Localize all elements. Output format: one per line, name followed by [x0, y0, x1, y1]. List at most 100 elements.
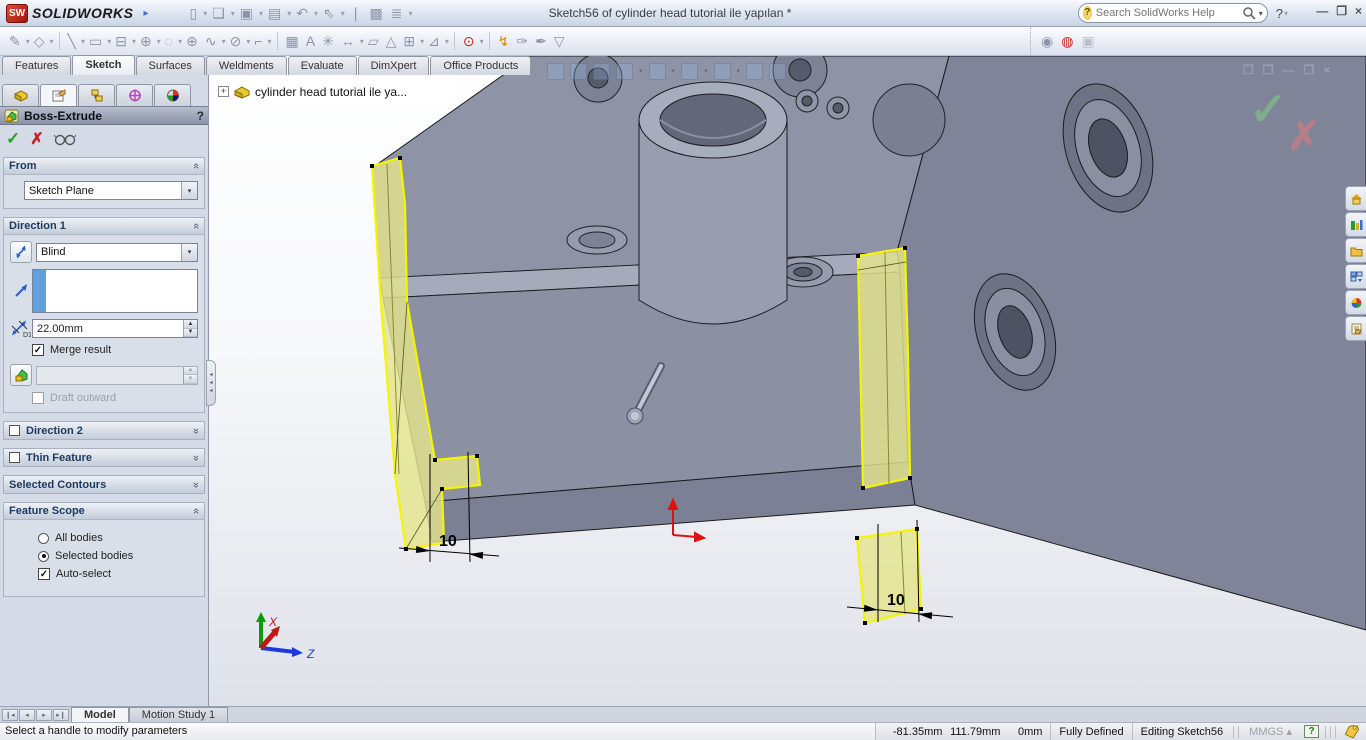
spin-down-icon[interactable]: ▼ — [184, 329, 197, 338]
last-study-button[interactable]: ▸❙ — [53, 709, 69, 721]
draft-button[interactable] — [10, 364, 32, 386]
tab-evaluate[interactable]: Evaluate — [288, 56, 357, 75]
expand-icon[interactable]: « — [190, 481, 202, 487]
merge-result-checkbox[interactable]: ✓ — [32, 344, 44, 356]
all-bodies-option[interactable]: All bodies — [38, 532, 198, 544]
sketch-icon[interactable]: ✎ — [6, 32, 24, 51]
previous-view-icon[interactable] — [593, 63, 610, 80]
caret-down-icon[interactable]: ▾ — [341, 9, 345, 18]
dropdown-arrow-icon[interactable]: ▾ — [181, 244, 197, 261]
child-minimize-button[interactable]: — — [1283, 63, 1295, 77]
view-orientation-icon[interactable] — [649, 63, 666, 80]
cancel-button[interactable]: ✗ — [30, 129, 43, 149]
circle-icon[interactable]: ⊕ — [137, 32, 155, 51]
pattern-icon[interactable]: ▦ — [283, 32, 302, 51]
caret-down-icon[interactable]: ▾ — [203, 9, 207, 18]
tab-features[interactable]: Features — [2, 56, 71, 75]
units-selector[interactable]: MMGS ▴ — [1241, 723, 1300, 740]
fillet-icon[interactable]: ⌐ — [251, 32, 265, 50]
options-icon[interactable]: ≣ — [388, 4, 406, 23]
restore-button[interactable]: ❐ — [1336, 4, 1347, 18]
expand-tree-icon[interactable]: + — [218, 86, 229, 97]
screen-capture-icon[interactable]: ◉ — [1041, 33, 1053, 50]
ellipse-icon[interactable]: ⊘ — [227, 32, 245, 51]
dimxpert-manager-tab[interactable] — [116, 84, 153, 106]
collapse-icon[interactable]: « — [190, 223, 202, 229]
group-from-header[interactable]: From « — [4, 158, 204, 175]
child-close-button[interactable]: × — [1323, 63, 1330, 77]
caret-down-icon[interactable]: ▾ — [132, 37, 136, 46]
arc-icon[interactable]: ⊕ — [183, 32, 201, 51]
end-condition-dropdown[interactable]: Blind ▾ — [36, 243, 198, 262]
auto-select-option[interactable]: ✓ Auto-select — [38, 568, 198, 580]
caret-down-icon[interactable]: ▾ — [420, 37, 424, 46]
tab-weldments[interactable]: Weldments — [206, 56, 287, 75]
collapse-icon[interactable]: « — [190, 163, 202, 169]
caret-down-icon[interactable]: ▾ — [445, 37, 449, 46]
display-relations-icon[interactable]: △ — [383, 32, 400, 51]
panel-help-button[interactable]: ? — [197, 109, 204, 123]
file-explorer-tab[interactable] — [1345, 238, 1366, 263]
expand-icon[interactable]: « — [190, 454, 202, 460]
group-thin-feature-header[interactable]: Thin Feature « — [4, 449, 204, 466]
detailed-preview-icon[interactable] — [54, 132, 76, 146]
collapse-icon[interactable]: « — [190, 508, 202, 514]
configuration-manager-tab[interactable] — [78, 84, 115, 106]
appearance-icon[interactable] — [746, 63, 763, 80]
zoom-fit-icon[interactable] — [547, 63, 564, 80]
search-caret-icon[interactable]: ▾ — [1259, 9, 1263, 18]
caret-down-icon[interactable]: ▾ — [480, 37, 484, 46]
filter-icon[interactable]: ▽ — [551, 32, 568, 51]
tree-root-label[interactable]: cylinder head tutorial ile ya... — [255, 85, 407, 99]
caret-down-icon[interactable]: ▾ — [222, 37, 226, 46]
depth-spinner[interactable]: ▲ ▼ — [183, 320, 197, 337]
caret-down-icon[interactable]: ▾ — [81, 37, 85, 46]
search-icon[interactable] — [1242, 6, 1256, 20]
caret-down-icon[interactable]: ▾ — [107, 37, 111, 46]
depth-input[interactable]: 22.00mm ▲ ▼ — [32, 319, 198, 338]
appearances-tab[interactable] — [1345, 290, 1366, 315]
group-direction2-header[interactable]: Direction 2 « — [4, 422, 204, 439]
help-caret-icon[interactable]: ▾ — [1284, 9, 1288, 18]
group-feature-scope-header[interactable]: Feature Scope « — [4, 503, 204, 520]
tab-office-products[interactable]: Office Products — [430, 56, 531, 75]
caret-down-icon[interactable]: ▾ — [360, 37, 364, 46]
slot-icon[interactable]: ⊟ — [112, 32, 130, 51]
scene-icon[interactable] — [769, 63, 786, 80]
tile-icon[interactable]: ❐ — [1263, 63, 1274, 77]
caret-down-icon[interactable]: ▾ — [704, 67, 708, 75]
tab-surfaces[interactable]: Surfaces — [136, 56, 205, 75]
trim-icon[interactable]: ⊿ — [425, 32, 443, 51]
ok-button[interactable]: ✓ — [6, 129, 20, 149]
attachment-icon[interactable]: ❘ — [347, 4, 365, 23]
motion-study-tab[interactable]: Motion Study 1 — [129, 707, 228, 722]
panel-splitter-handle[interactable]: ◂ ◂ ◂ — [206, 360, 216, 406]
publish-icon[interactable]: ▩ — [367, 4, 386, 23]
spin-up-icon[interactable]: ▲ — [184, 320, 197, 329]
caret-down-icon[interactable]: ▾ — [268, 37, 272, 46]
next-study-button[interactable]: ▸ — [36, 709, 52, 721]
selected-bodies-option[interactable]: Selected bodies — [38, 550, 198, 562]
select-cursor-icon[interactable]: ⇖ — [320, 4, 338, 23]
caret-down-icon[interactable]: ▾ — [287, 9, 291, 18]
model-tab[interactable]: Model — [71, 707, 129, 722]
graphics-area[interactable]: 10 10 — [209, 56, 1366, 706]
tag-icon[interactable] — [1343, 725, 1361, 739]
record-video-icon[interactable]: ◍ — [1061, 33, 1073, 50]
quick-snaps-icon[interactable]: ↯ — [495, 32, 513, 51]
search-results-tab[interactable] — [1345, 264, 1366, 289]
print-icon[interactable]: ▤ — [265, 4, 284, 23]
grid-icon[interactable]: ⊞ — [400, 32, 418, 51]
undo-icon[interactable]: ↶ — [293, 4, 311, 23]
minimize-button[interactable]: — — [1316, 4, 1328, 18]
group-direction1-header[interactable]: Direction 1 « — [4, 218, 204, 235]
design-library-tab[interactable] — [1345, 212, 1366, 237]
new-document-icon[interactable]: ▯ — [186, 4, 200, 23]
caret-down-icon[interactable]: ▾ — [246, 37, 250, 46]
auto-select-checkbox[interactable]: ✓ — [38, 568, 50, 580]
all-bodies-radio[interactable] — [38, 533, 49, 544]
mirror-icon[interactable]: ↔ — [338, 32, 358, 50]
rectangle-icon[interactable]: ▭ — [86, 32, 105, 51]
reverse-direction-button[interactable] — [10, 241, 32, 263]
search-input[interactable] — [1092, 7, 1242, 19]
